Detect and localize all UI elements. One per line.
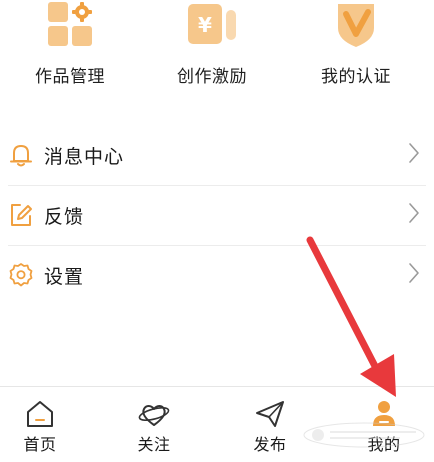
- chevron-right-icon: [408, 142, 420, 164]
- yuan-coin-icon: ¥: [186, 2, 238, 48]
- grid-item-label: 我的认证: [321, 67, 391, 87]
- chevron-right-icon: [408, 202, 420, 224]
- menu-item-label: 消息中心: [44, 146, 125, 168]
- works-grid-icon: [44, 2, 96, 48]
- menu-list: 消息中心 反馈 设置: [0, 126, 434, 305]
- tab-home[interactable]: 首页: [0, 387, 94, 462]
- menu-item-feedback[interactable]: 反馈: [8, 186, 426, 246]
- menu-item-label: 设置: [44, 266, 85, 288]
- profile-page: 作品管理 ¥ 创作激励 我的认证 消息中心 反馈 设置 首页 关注 发布 我的: [0, 0, 434, 462]
- gear-icon: [8, 262, 34, 288]
- chevron-right-icon: [408, 262, 420, 284]
- bell-icon: [8, 142, 34, 168]
- grid-item-verification[interactable]: 我的认证: [286, 0, 426, 100]
- user-icon: [368, 399, 400, 429]
- verified-v-shield-icon: [330, 2, 382, 48]
- menu-item-settings[interactable]: 设置: [8, 246, 426, 305]
- grid-item-works[interactable]: 作品管理: [0, 0, 140, 100]
- tab-mine[interactable]: 我的: [330, 387, 434, 462]
- menu-item-label: 反馈: [44, 206, 85, 228]
- tab-label: 发布: [253, 435, 287, 454]
- tab-label: 首页: [23, 435, 57, 454]
- tab-label: 关注: [137, 435, 171, 454]
- svg-text:¥: ¥: [198, 13, 212, 37]
- grid-item-incentive[interactable]: ¥ 创作激励: [142, 0, 282, 100]
- bottom-tab-bar: 首页 关注 发布 我的: [0, 386, 434, 462]
- tab-label: 我的: [367, 435, 401, 454]
- heart-orbit-icon: [138, 399, 170, 429]
- tab-publish[interactable]: 发布: [216, 387, 324, 462]
- paper-plane-icon: [254, 399, 286, 429]
- tab-follow[interactable]: 关注: [100, 387, 208, 462]
- menu-item-message-center[interactable]: 消息中心: [8, 126, 426, 186]
- grid-item-label: 作品管理: [35, 67, 105, 87]
- feature-grid: 作品管理 ¥ 创作激励 我的认证: [0, 0, 434, 100]
- home-icon: [24, 399, 56, 429]
- edit-icon: [8, 202, 34, 228]
- grid-item-label: 创作激励: [177, 67, 247, 87]
